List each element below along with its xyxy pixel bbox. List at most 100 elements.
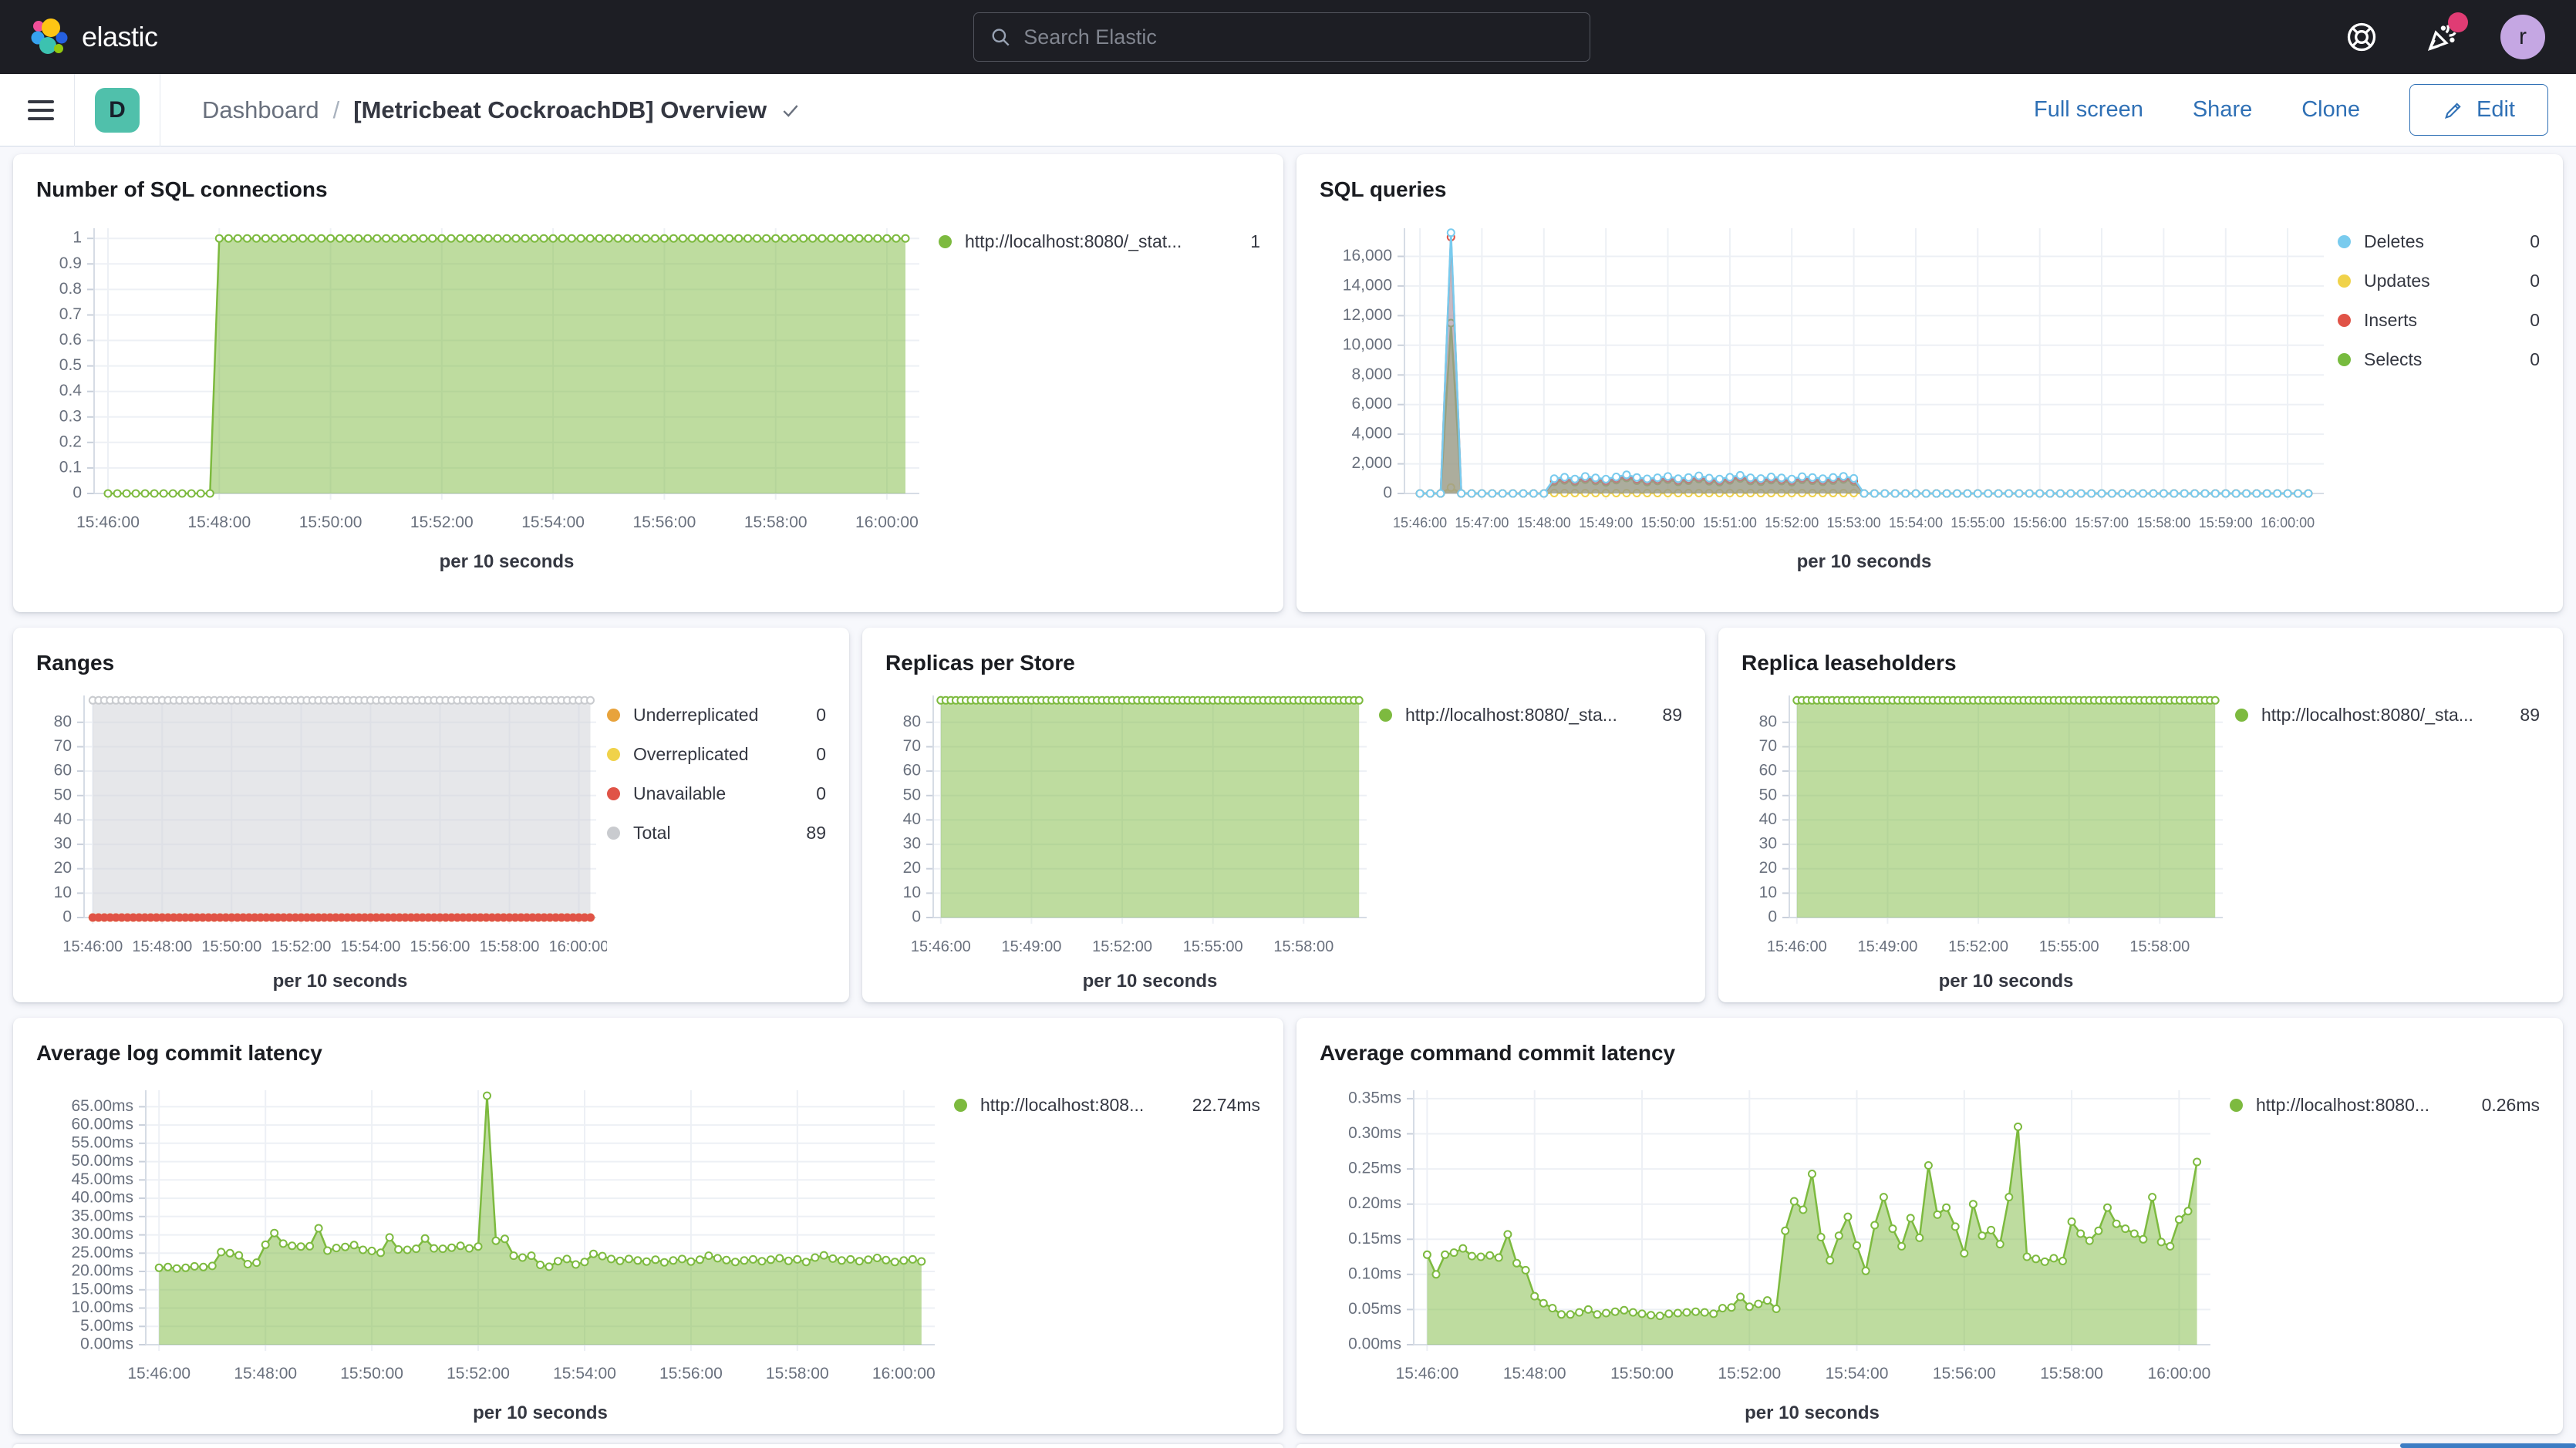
ranges-chart[interactable]: 0102030405060708015:46:0015:48:0015:50:0… bbox=[36, 682, 607, 998]
breadcrumb-dashboard-link[interactable]: Dashboard bbox=[202, 96, 319, 124]
svg-text:15:50:00: 15:50:00 bbox=[1610, 1365, 1674, 1382]
svg-text:8,000: 8,000 bbox=[1351, 365, 1392, 383]
legend-swatch-icon bbox=[2338, 274, 2351, 288]
svg-text:15:58:00: 15:58:00 bbox=[480, 938, 540, 955]
legend-series-name: Overreplicated bbox=[633, 744, 804, 765]
panel-title[interactable]: SQL queries bbox=[1320, 177, 2540, 202]
global-search[interactable] bbox=[973, 12, 1590, 62]
svg-text:15:46:00: 15:46:00 bbox=[1396, 1365, 1459, 1382]
legend-item[interactable]: Overreplicated0 bbox=[607, 744, 826, 765]
badge-letter: D bbox=[109, 97, 126, 123]
svg-text:0.35ms: 0.35ms bbox=[1348, 1089, 1401, 1106]
svg-text:0.3: 0.3 bbox=[59, 407, 82, 425]
page-title[interactable]: [Metricbeat CockroachDB] Overview bbox=[353, 96, 767, 124]
dashboard-app-badge[interactable]: D bbox=[95, 88, 140, 133]
panel-title[interactable]: Average log commit latency bbox=[36, 1041, 1260, 1066]
svg-text:16:00:00: 16:00:00 bbox=[2148, 1365, 2211, 1382]
svg-text:0.00ms: 0.00ms bbox=[80, 1335, 133, 1353]
legend-item[interactable]: Deletes0 bbox=[2338, 231, 2540, 252]
chart-legend: http://localhost:8080...0.26ms bbox=[2230, 1095, 2540, 1134]
legend-item[interactable]: http://localhost:8080...0.26ms bbox=[2230, 1095, 2540, 1116]
replicas-per-store-chart[interactable]: 0102030405060708015:46:0015:49:0015:52:0… bbox=[885, 682, 1379, 998]
panel-title[interactable]: Replica leaseholders bbox=[1741, 651, 2540, 675]
legend-series-value: 89 bbox=[806, 823, 826, 844]
panel-title[interactable]: Replicas per Store bbox=[885, 651, 1682, 675]
svg-text:50: 50 bbox=[54, 786, 72, 803]
legend-item[interactable]: Total89 bbox=[607, 823, 826, 844]
help-button[interactable] bbox=[2340, 15, 2383, 59]
legend-item[interactable]: http://localhost:808...22.74ms bbox=[954, 1095, 1260, 1116]
svg-text:0.2: 0.2 bbox=[59, 433, 82, 450]
svg-text:15:59:00: 15:59:00 bbox=[2199, 515, 2253, 530]
svg-text:60: 60 bbox=[1759, 762, 1777, 780]
share-button[interactable]: Share bbox=[2193, 97, 2252, 123]
legend-series-name: Deletes bbox=[2364, 231, 2517, 252]
svg-text:0.20ms: 0.20ms bbox=[1348, 1194, 1401, 1212]
legend-series-value: 0 bbox=[2530, 349, 2540, 370]
sql-connections-chart[interactable]: 00.10.20.30.40.50.60.70.80.9115:46:0015:… bbox=[36, 208, 939, 578]
full-screen-button[interactable]: Full screen bbox=[2034, 97, 2143, 123]
svg-text:per 10 seconds: per 10 seconds bbox=[440, 551, 575, 572]
legend-item[interactable]: Unavailable0 bbox=[607, 783, 826, 804]
legend-series-value: 89 bbox=[1662, 705, 1682, 726]
dashboard-toolbar: D Dashboard / [Metricbeat CockroachDB] O… bbox=[0, 74, 2576, 146]
svg-text:30: 30 bbox=[54, 835, 72, 853]
legend-item[interactable]: Selects0 bbox=[2338, 349, 2540, 370]
edit-button[interactable]: Edit bbox=[2409, 84, 2548, 136]
svg-text:15:52:00: 15:52:00 bbox=[410, 514, 474, 531]
svg-text:50: 50 bbox=[1759, 786, 1777, 803]
log-commit-latency-chart[interactable]: 0.00ms5.00ms10.00ms15.00ms20.00ms25.00ms… bbox=[36, 1072, 954, 1429]
hamburger-menu-icon[interactable] bbox=[28, 99, 54, 122]
legend-swatch-icon bbox=[2235, 709, 2248, 722]
command-commit-latency-chart[interactable]: 0.00ms0.05ms0.10ms0.15ms0.20ms0.25ms0.30… bbox=[1320, 1072, 2230, 1429]
replica-leaseholders-chart[interactable]: 0102030405060708015:46:0015:49:0015:52:0… bbox=[1741, 682, 2235, 998]
check-icon[interactable] bbox=[781, 100, 801, 120]
svg-text:15:48:00: 15:48:00 bbox=[1517, 515, 1571, 530]
svg-text:40: 40 bbox=[54, 810, 72, 828]
svg-text:15:56:00: 15:56:00 bbox=[2013, 515, 2067, 530]
svg-text:15:52:00: 15:52:00 bbox=[1948, 938, 2008, 955]
search-input[interactable] bbox=[1023, 25, 1574, 49]
legend-item[interactable]: http://localhost:8080/_sta...89 bbox=[1379, 705, 1682, 726]
legend-swatch-icon bbox=[607, 787, 620, 800]
svg-text:0: 0 bbox=[1768, 908, 1777, 926]
panel-title[interactable]: Average command commit latency bbox=[1320, 1041, 2540, 1066]
legend-item[interactable]: Inserts0 bbox=[2338, 310, 2540, 331]
svg-text:1: 1 bbox=[72, 229, 82, 247]
svg-text:40.00ms: 40.00ms bbox=[71, 1189, 133, 1207]
panel-replica-leaseholders: Replica leaseholders 0102030405060708015… bbox=[1718, 628, 2563, 1002]
clone-button[interactable]: Clone bbox=[2301, 97, 2360, 123]
svg-text:0.8: 0.8 bbox=[59, 280, 82, 298]
svg-text:15:46:00: 15:46:00 bbox=[76, 514, 140, 531]
legend-swatch-icon bbox=[954, 1099, 967, 1112]
svg-text:0.1: 0.1 bbox=[59, 458, 82, 476]
sql-queries-chart[interactable]: 02,0004,0006,0008,00010,00012,00014,0001… bbox=[1320, 208, 2338, 578]
legend-swatch-icon bbox=[939, 235, 952, 248]
panel-title[interactable]: Number of SQL connections bbox=[36, 177, 1260, 202]
chart-legend: http://localhost:8080/_sta...89 bbox=[2235, 705, 2540, 744]
legend-item[interactable]: http://localhost:8080/_stat...1 bbox=[939, 231, 1260, 252]
elastic-logo-icon bbox=[31, 18, 68, 56]
horizontal-scrollbar-thumb[interactable] bbox=[2400, 1443, 2576, 1448]
svg-text:15:48:00: 15:48:00 bbox=[132, 938, 192, 955]
legend-item[interactable]: http://localhost:8080/_sta...89 bbox=[2235, 705, 2540, 726]
lifebuoy-icon bbox=[2345, 20, 2379, 54]
elastic-logo[interactable]: elastic bbox=[31, 18, 158, 56]
user-avatar[interactable]: r bbox=[2500, 15, 2545, 59]
panel-title[interactable]: Ranges bbox=[36, 651, 826, 675]
svg-text:55.00ms: 55.00ms bbox=[71, 1133, 133, 1151]
next-row-panel-edge bbox=[1296, 1444, 2563, 1448]
legend-item[interactable]: Updates0 bbox=[2338, 271, 2540, 291]
svg-text:15:52:00: 15:52:00 bbox=[447, 1365, 510, 1382]
panel-sql-connections: Number of SQL connections 00.10.20.30.40… bbox=[13, 154, 1283, 612]
svg-text:15:48:00: 15:48:00 bbox=[1503, 1365, 1566, 1382]
svg-text:14,000: 14,000 bbox=[1343, 276, 1392, 294]
svg-text:60: 60 bbox=[903, 762, 921, 780]
svg-text:15:58:00: 15:58:00 bbox=[1273, 938, 1334, 955]
news-button[interactable] bbox=[2420, 15, 2463, 59]
svg-text:0.4: 0.4 bbox=[59, 382, 83, 399]
svg-text:50: 50 bbox=[903, 786, 921, 803]
legend-swatch-icon bbox=[2338, 235, 2351, 248]
legend-item[interactable]: Underreplicated0 bbox=[607, 705, 826, 726]
svg-text:0.00ms: 0.00ms bbox=[1348, 1335, 1401, 1353]
